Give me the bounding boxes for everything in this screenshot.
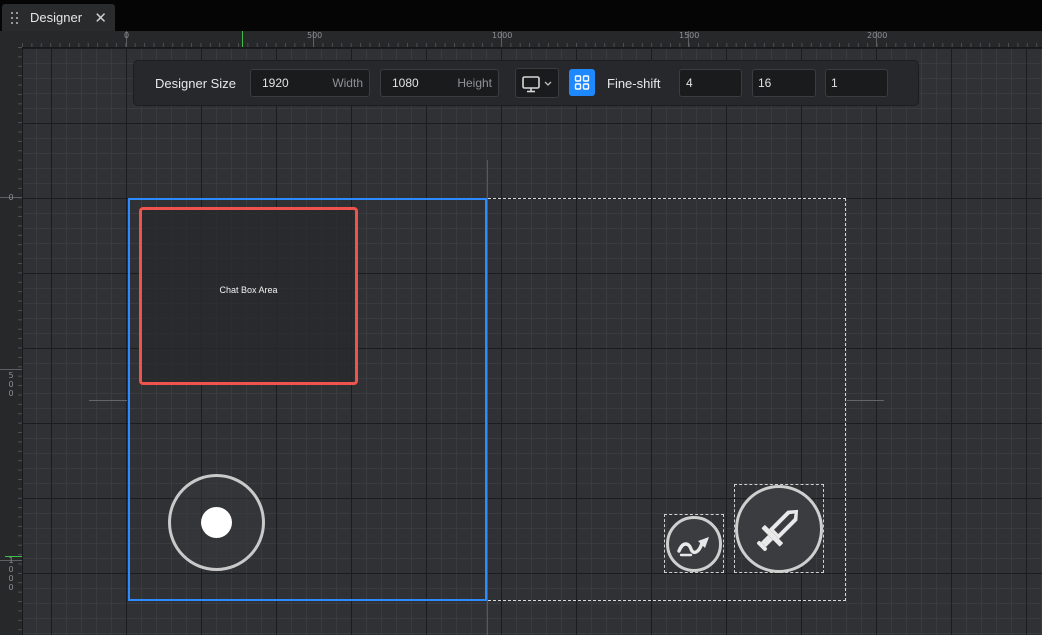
attack-button[interactable] bbox=[735, 485, 823, 573]
device-preset-dropdown[interactable] bbox=[515, 68, 559, 98]
ruler-left-label: 1 bbox=[8, 556, 14, 565]
height-unit: Height bbox=[457, 76, 492, 90]
height-value: 1080 bbox=[392, 76, 419, 90]
tab-bar: Designer ✕ bbox=[0, 0, 1042, 31]
ruler-cursor-marker-x bbox=[242, 31, 243, 47]
ruler-left-label: 0 bbox=[8, 583, 14, 592]
joystick-icon[interactable] bbox=[168, 474, 265, 571]
ruler-top-label: 500 bbox=[307, 31, 323, 40]
joystick-knob[interactable] bbox=[201, 507, 232, 538]
ruler-left-label: 0 bbox=[8, 193, 14, 202]
ruler-top bbox=[22, 31, 1042, 48]
ruler-left bbox=[0, 47, 23, 635]
ruler-top-label: 1500 bbox=[679, 31, 700, 40]
ruler-top-label: 1000 bbox=[492, 31, 513, 40]
ruler-cursor-marker-y bbox=[5, 556, 22, 557]
ruler-top-label: 2000 bbox=[867, 31, 888, 40]
sword-icon bbox=[756, 509, 799, 552]
fine-shift-field-1[interactable]: 4 bbox=[679, 69, 742, 97]
tab-title: Designer bbox=[30, 10, 83, 25]
snap-grid-toggle[interactable] bbox=[569, 69, 595, 96]
designer-toolbar: Designer Size 1920 Width 1080 Height Fin… bbox=[134, 61, 918, 105]
fine-shift-value: 1 bbox=[831, 76, 838, 90]
height-field[interactable]: 1080 Height bbox=[380, 69, 499, 97]
fine-shift-value: 16 bbox=[758, 76, 772, 90]
center-guide-horizontal-right bbox=[847, 400, 884, 401]
width-value: 1920 bbox=[262, 76, 289, 90]
fine-shift-field-3[interactable]: 1 bbox=[825, 69, 888, 97]
grid-icon bbox=[574, 75, 590, 90]
center-guide-horizontal-left bbox=[89, 400, 127, 401]
dodge-button[interactable] bbox=[666, 516, 722, 572]
width-unit: Width bbox=[332, 76, 363, 90]
drag-grip-icon[interactable] bbox=[11, 11, 21, 24]
ruler-left-label: 0 bbox=[8, 565, 14, 574]
ruler-left-label: 0 bbox=[8, 574, 14, 583]
designer-size-label: Designer Size bbox=[155, 76, 236, 91]
monitor-icon bbox=[522, 76, 552, 93]
chat-box-area[interactable]: Chat Box Area bbox=[139, 207, 358, 385]
tab-designer[interactable]: Designer ✕ bbox=[2, 4, 115, 31]
ruler-left-label: 0 bbox=[8, 389, 14, 398]
fine-shift-label: Fine-shift bbox=[607, 76, 661, 91]
width-field[interactable]: 1920 Width bbox=[250, 69, 370, 97]
chat-box-label: Chat Box Area bbox=[219, 285, 278, 295]
close-icon[interactable]: ✕ bbox=[94, 9, 107, 27]
ruler-top-label: 0 bbox=[124, 31, 130, 40]
ruler-left-label: 5 bbox=[8, 371, 14, 380]
fine-shift-value: 4 bbox=[686, 76, 693, 90]
fine-shift-field-2[interactable]: 16 bbox=[752, 69, 816, 97]
dodge-arrow-icon bbox=[677, 537, 709, 557]
ruler-corner bbox=[0, 31, 22, 47]
ruler-left-label: 0 bbox=[8, 380, 14, 389]
ruler-tick bbox=[0, 369, 22, 370]
